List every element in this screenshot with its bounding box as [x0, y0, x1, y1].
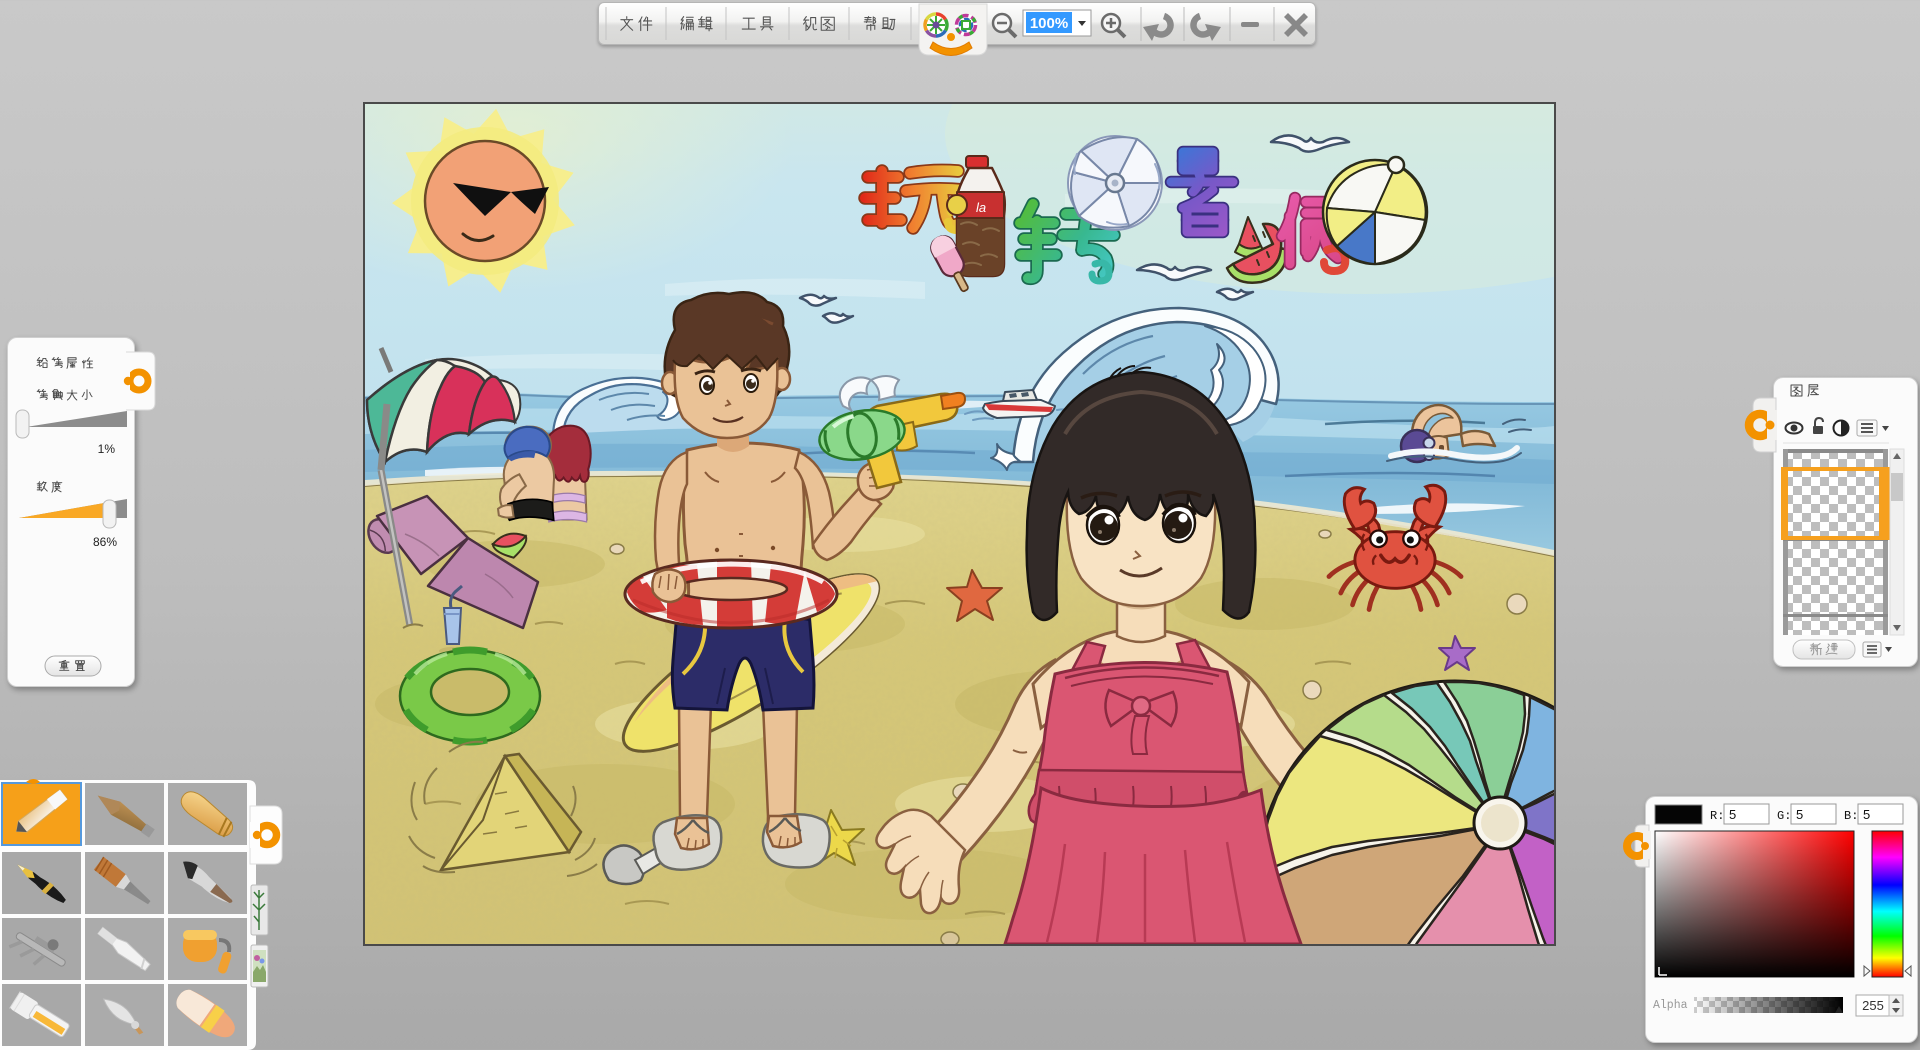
svg-text:Alpha: Alpha	[1653, 999, 1688, 1012]
svg-text:la: la	[976, 200, 986, 215]
svg-text:5: 5	[1796, 807, 1803, 822]
svg-text:1%: 1%	[98, 442, 116, 456]
svg-text:86%: 86%	[93, 535, 117, 549]
svg-text:R:: R:	[1710, 809, 1724, 823]
svg-text:100%: 100%	[1030, 15, 1068, 32]
svg-text:G:: G:	[1777, 809, 1791, 823]
svg-text:B:: B:	[1844, 809, 1858, 823]
svg-text:5: 5	[1729, 807, 1736, 822]
svg-text:5: 5	[1863, 807, 1870, 822]
svg-text:255: 255	[1862, 998, 1884, 1013]
